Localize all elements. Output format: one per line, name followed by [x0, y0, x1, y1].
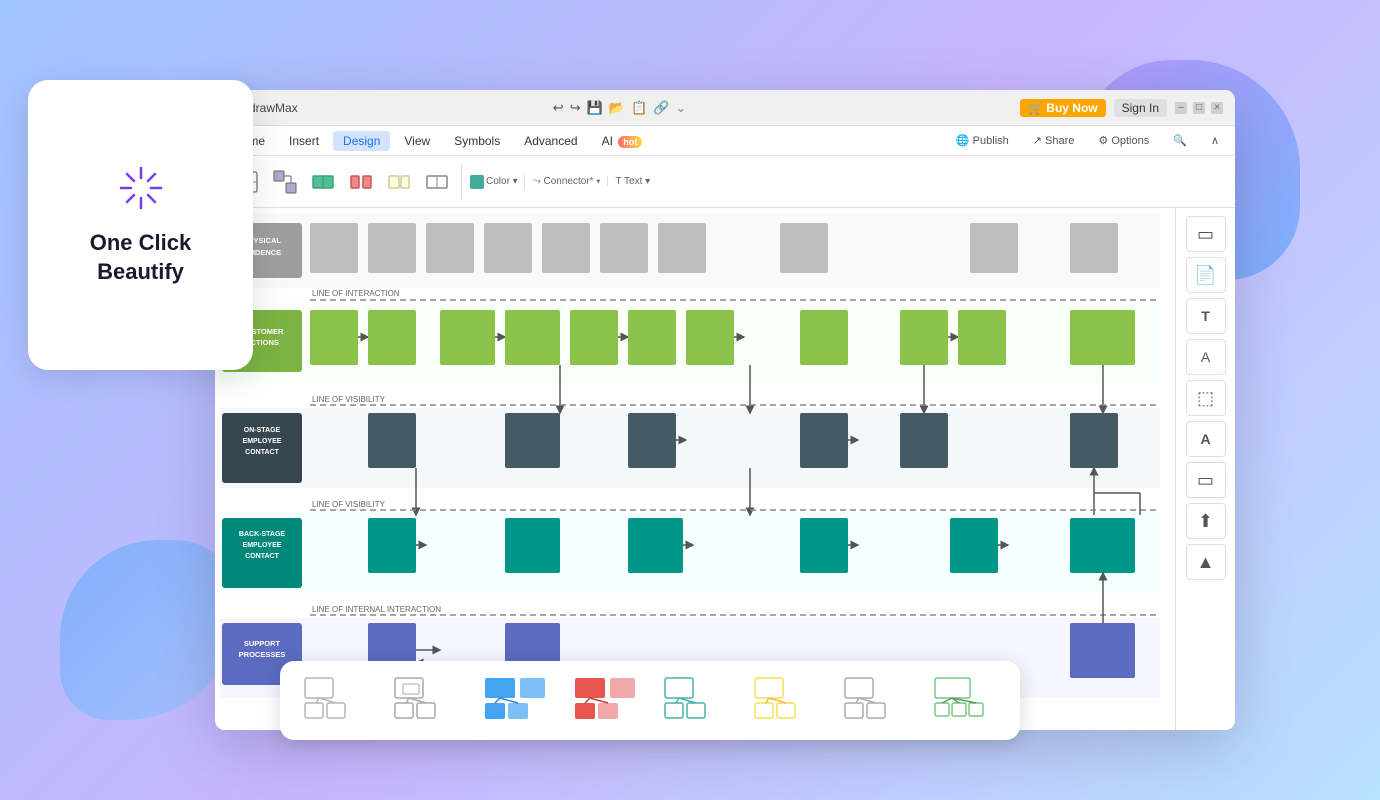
- svg-text:LINE OF INTERACTION: LINE OF INTERACTION: [312, 289, 400, 298]
- shape-item-red[interactable]: [570, 673, 640, 728]
- svg-text:LINE OF VISIBILITY: LINE OF VISIBILITY: [312, 500, 386, 509]
- share-button[interactable]: ↗ Share: [1025, 132, 1083, 149]
- toolbar-connector: ⤳ Connector* ▾: [527, 176, 608, 187]
- buy-now-button[interactable]: 🛒 Buy Now: [1020, 99, 1106, 117]
- shape-item-default[interactable]: [300, 673, 370, 728]
- svg-text:LINE OF INTERNAL INTERACTION: LINE OF INTERNAL INTERACTION: [312, 605, 441, 614]
- shape-item-gray[interactable]: [840, 673, 910, 728]
- zoom-button[interactable]: 🔍: [1165, 132, 1195, 149]
- maximize-button[interactable]: □: [1193, 102, 1205, 114]
- feature-card: One Click Beautify: [28, 80, 253, 370]
- shape-tool1[interactable]: [305, 164, 341, 200]
- format-arrange-icon[interactable]: ⬆: [1186, 503, 1226, 539]
- minimize-button[interactable]: –: [1175, 102, 1187, 114]
- diagram-svg: PHYSICAL EVIDENCE LINE OF INTERACTION: [220, 213, 1160, 723]
- shape-item-blue[interactable]: [480, 673, 550, 728]
- svg-text:EMPLOYEE: EMPLOYEE: [243, 542, 282, 549]
- menu-bar: Home Insert Design View Symbols Advanced…: [215, 126, 1235, 156]
- close-button[interactable]: ×: [1211, 102, 1223, 114]
- save-icon[interactable]: 💾: [587, 100, 603, 116]
- svg-text:SUPPORT: SUPPORT: [244, 639, 281, 648]
- app-title: re EdrawMax: [227, 101, 545, 115]
- link-icon[interactable]: 🔗: [653, 100, 669, 116]
- toolbar-shapes: [223, 164, 462, 200]
- connector-tool[interactable]: [267, 164, 303, 200]
- svg-text:BACK-STAGE: BACK-STAGE: [239, 531, 285, 538]
- shape-item-outline[interactable]: [390, 673, 460, 728]
- canvas[interactable]: PHYSICAL EVIDENCE LINE OF INTERACTION: [215, 208, 1175, 730]
- svg-text:CONTACT: CONTACT: [245, 553, 279, 560]
- menu-insert[interactable]: Insert: [279, 131, 329, 151]
- undo-btn[interactable]: ↩: [553, 100, 564, 116]
- format-style-icon[interactable]: A: [1186, 421, 1226, 457]
- format-page-icon[interactable]: 📄: [1186, 257, 1226, 293]
- shape-item-green[interactable]: [930, 673, 1000, 728]
- color-label[interactable]: Color ▾: [470, 175, 518, 189]
- format-rect-icon[interactable]: ▭: [1186, 216, 1226, 252]
- copy-icon[interactable]: 📋: [631, 100, 647, 116]
- more-icon[interactable]: ⌄: [675, 100, 686, 116]
- text-label[interactable]: T Text ▾: [616, 176, 651, 187]
- toolbar-text: T Text ▾: [610, 176, 657, 187]
- svg-text:PROCESSES: PROCESSES: [239, 650, 286, 659]
- shape-tool4[interactable]: [419, 164, 455, 200]
- svg-text:EMPLOYEE: EMPLOYEE: [243, 438, 282, 445]
- options-button[interactable]: ⚙ Options: [1090, 132, 1157, 149]
- redo-btn[interactable]: ↪: [570, 100, 581, 116]
- canvas-area: PHYSICAL EVIDENCE LINE OF INTERACTION: [215, 208, 1235, 730]
- shape-picker: [280, 661, 1020, 740]
- feature-title: One Click Beautify: [48, 229, 233, 286]
- title-bar: re EdrawMax ↩ ↪ 💾 📂 📋 🔗 ⌄ 🛒 Buy Now Sign…: [215, 90, 1235, 126]
- format-frame-icon[interactable]: ⬚: [1186, 380, 1226, 416]
- publish-button[interactable]: 🌐 Publish: [948, 132, 1017, 149]
- shape-tool3[interactable]: [381, 164, 417, 200]
- format-more-icon[interactable]: ▲: [1186, 544, 1226, 580]
- menu-advanced[interactable]: Advanced: [514, 131, 587, 151]
- ai-badge: hot: [618, 136, 642, 148]
- toolbar: Color ▾ ⤳ Connector* ▾ T Text ▾: [215, 156, 1235, 208]
- shape-tool2[interactable]: [343, 164, 379, 200]
- format-text-icon[interactable]: T: [1186, 298, 1226, 334]
- menu-view[interactable]: View: [394, 131, 440, 151]
- menu-symbols[interactable]: Symbols: [444, 131, 510, 151]
- collapse-button[interactable]: ∧: [1203, 132, 1227, 149]
- svg-text:LINE OF VISIBILITY: LINE OF VISIBILITY: [312, 395, 386, 404]
- open-icon[interactable]: 📂: [609, 100, 625, 116]
- app-window: re EdrawMax ↩ ↪ 💾 📂 📋 🔗 ⌄ 🛒 Buy Now Sign…: [215, 90, 1235, 730]
- format-font-icon[interactable]: A: [1186, 339, 1226, 375]
- beautify-icon: [116, 163, 166, 213]
- shape-item-yellow[interactable]: [750, 673, 820, 728]
- svg-text:ON-STAGE: ON-STAGE: [244, 427, 281, 434]
- toolbar-format: Color ▾: [464, 175, 525, 189]
- svg-text:CONTACT: CONTACT: [245, 449, 279, 456]
- format-panel: ▭ 📄 T A ⬚ A ▭ ⬆ ▲: [1175, 208, 1235, 730]
- format-shape-icon[interactable]: ▭: [1186, 462, 1226, 498]
- shape-item-teal[interactable]: [660, 673, 730, 728]
- blob-decoration-left: [60, 540, 240, 720]
- signin-button[interactable]: Sign In: [1114, 99, 1167, 117]
- connector-label[interactable]: ⤳ Connector* ▾: [533, 176, 601, 187]
- menu-ai[interactable]: AI hot: [592, 131, 653, 151]
- menu-design[interactable]: Design: [333, 131, 390, 151]
